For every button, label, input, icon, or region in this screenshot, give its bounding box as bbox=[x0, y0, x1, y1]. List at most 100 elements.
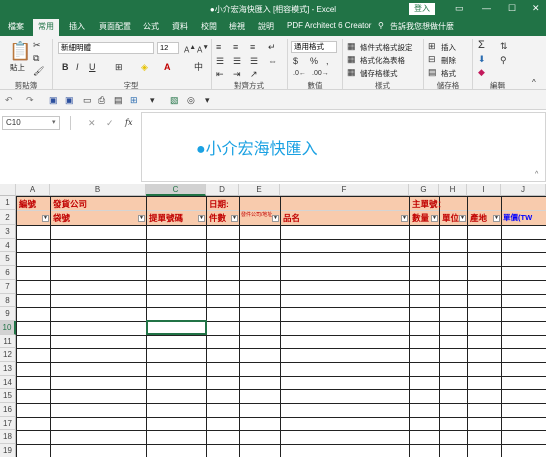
worksheet-grid[interactable]: A B C D E F G H I J 1 2 3 4 5 6 7 8 9 10 11 12 13 14 1… bbox=[0, 184, 546, 457]
insert-function-icon[interactable]: fx bbox=[125, 118, 132, 128]
filter-dropdown-icon[interactable]: ▼ bbox=[272, 215, 279, 222]
font-size-select[interactable]: 12 bbox=[157, 42, 179, 54]
autosum-icon[interactable]: Σ bbox=[478, 40, 485, 51]
cell-styles-icon[interactable]: ▦ bbox=[347, 67, 356, 77]
paste-label[interactable]: 貼上 bbox=[10, 62, 25, 73]
cell-c2[interactable]: 提單號碼 bbox=[149, 212, 183, 224]
tab-pdf-architect[interactable]: PDF Architect 6 Creator bbox=[287, 21, 371, 30]
shrink-font-icon[interactable]: A▼ bbox=[197, 43, 209, 56]
filter-dropdown-icon[interactable]: ▼ bbox=[138, 215, 145, 222]
cell-f2[interactable]: 品名 bbox=[283, 212, 300, 224]
filter-dropdown-icon[interactable]: ▼ bbox=[198, 215, 205, 222]
table-icon[interactable]: ⊞ bbox=[130, 95, 138, 105]
cell-a1[interactable]: 編號 bbox=[19, 198, 36, 210]
row-header-4[interactable]: 4 bbox=[0, 239, 16, 252]
cut-icon[interactable]: ✂ bbox=[33, 40, 41, 50]
column-header-i[interactable]: I bbox=[467, 184, 501, 196]
align-center-icon[interactable]: ☰ bbox=[233, 56, 241, 66]
merge-center-icon[interactable]: ⇔ bbox=[268, 56, 277, 66]
cancel-icon[interactable]: ✕ bbox=[88, 118, 96, 128]
undo-icon[interactable]: ↶ bbox=[5, 95, 13, 105]
row-header-5[interactable]: 5 bbox=[0, 252, 16, 266]
row-header-1[interactable]: 1 bbox=[0, 196, 16, 210]
picture-icon[interactable]: ▧ bbox=[170, 95, 179, 105]
format-cells-button[interactable]: 格式 bbox=[441, 68, 456, 79]
column-header-f[interactable]: F bbox=[280, 184, 409, 196]
currency-icon[interactable]: $ bbox=[293, 56, 298, 66]
underline-icon[interactable]: U bbox=[89, 62, 96, 72]
conditional-format-icon[interactable]: ▦ bbox=[347, 41, 356, 51]
number-format-select[interactable]: 通用格式 bbox=[291, 41, 337, 53]
decrease-indent-icon[interactable]: ⇤ bbox=[216, 69, 224, 79]
sort-filter-icon[interactable]: ⇅ bbox=[500, 41, 508, 51]
delete-cells-icon[interactable]: ⊟ bbox=[428, 54, 436, 64]
find-select-icon[interactable]: ⚲ bbox=[500, 55, 507, 65]
format-cells-icon[interactable]: ▤ bbox=[428, 67, 437, 77]
cell-d1[interactable]: 日期: bbox=[209, 198, 229, 210]
column-header-e[interactable]: E bbox=[239, 184, 280, 196]
bold-icon[interactable]: B bbox=[62, 62, 69, 72]
tab-view[interactable]: 檢視 bbox=[229, 21, 245, 32]
row-header-2[interactable]: 2 bbox=[0, 210, 16, 225]
save-icon[interactable]: ▣ bbox=[49, 95, 58, 105]
align-top-icon[interactable]: ≡ bbox=[216, 42, 221, 52]
clear-icon[interactable]: ◆ bbox=[478, 67, 485, 77]
cell-b1[interactable]: 發貨公司 bbox=[53, 198, 87, 210]
customize-qat-icon[interactable]: ▾ bbox=[205, 95, 210, 105]
cell-b2[interactable]: 袋號 bbox=[53, 212, 70, 224]
fill-color-icon[interactable]: ◈ bbox=[141, 62, 148, 72]
select-all-corner[interactable] bbox=[0, 184, 16, 196]
borders-icon[interactable]: ⊞ bbox=[115, 62, 123, 72]
delete-cells-button[interactable]: 刪除 bbox=[441, 55, 456, 66]
enter-icon[interactable]: ✓ bbox=[106, 118, 114, 128]
collapse-formula-bar-icon[interactable]: ^ bbox=[535, 170, 538, 180]
row-header-16[interactable]: 16 bbox=[0, 403, 16, 417]
tab-data[interactable]: 資料 bbox=[172, 21, 188, 32]
sign-in-button[interactable]: 登入 bbox=[409, 3, 435, 15]
maximize-icon[interactable]: ☐ bbox=[508, 3, 516, 14]
tab-home[interactable]: 常用 bbox=[33, 19, 59, 36]
cell-d2[interactable]: 件數 bbox=[209, 212, 226, 224]
row-header-7[interactable]: 7 bbox=[0, 280, 16, 294]
insert-cells-icon[interactable]: ⊞ bbox=[428, 41, 436, 51]
dropdown-icon[interactable]: ▾ bbox=[150, 95, 155, 105]
tab-help[interactable]: 說明 bbox=[258, 21, 274, 32]
row-header-17[interactable]: 17 bbox=[0, 417, 16, 430]
row-header-8[interactable]: 8 bbox=[0, 294, 16, 307]
row-header-19[interactable]: 19 bbox=[0, 444, 16, 457]
collapse-ribbon-icon[interactable]: ^ bbox=[532, 78, 536, 88]
tab-page-layout[interactable]: 頁面配置 bbox=[99, 21, 131, 32]
column-header-a[interactable]: A bbox=[16, 184, 50, 196]
row-header-9[interactable]: 9 bbox=[0, 307, 16, 321]
align-left-icon[interactable]: ☰ bbox=[216, 56, 224, 66]
align-bottom-icon[interactable]: ≡ bbox=[250, 42, 255, 52]
tab-review[interactable]: 校閱 bbox=[201, 21, 217, 32]
format-table-icon[interactable]: ▦ bbox=[347, 54, 356, 64]
column-header-g[interactable]: G bbox=[409, 184, 439, 196]
filter-dropdown-icon[interactable]: ▼ bbox=[42, 215, 49, 222]
align-middle-icon[interactable]: ≡ bbox=[233, 42, 238, 52]
percent-icon[interactable]: % bbox=[310, 56, 318, 66]
row-header-13[interactable]: 13 bbox=[0, 362, 16, 376]
camera-icon[interactable]: ◎ bbox=[187, 95, 195, 105]
format-table-button[interactable]: 格式化為表格 bbox=[360, 55, 405, 66]
row-header-10[interactable]: 10 bbox=[0, 321, 16, 335]
copy-icon[interactable]: ⧉ bbox=[33, 53, 39, 63]
column-header-h[interactable]: H bbox=[439, 184, 467, 196]
decrease-decimal-icon[interactable]: .00→ bbox=[312, 69, 329, 79]
redo-icon[interactable]: ↷ bbox=[26, 95, 34, 105]
filter-dropdown-icon[interactable]: ▼ bbox=[459, 215, 466, 222]
filter-dropdown-icon[interactable]: ▼ bbox=[231, 215, 238, 222]
cell-g2[interactable]: 數量 bbox=[412, 212, 429, 224]
cell-styles-button[interactable]: 儲存格樣式 bbox=[360, 68, 398, 79]
filter-dropdown-icon[interactable]: ▼ bbox=[401, 215, 408, 222]
cell-j2[interactable]: 單價(TW bbox=[503, 212, 546, 224]
row-header-18[interactable]: 18 bbox=[0, 430, 16, 444]
column-header-d[interactable]: D bbox=[206, 184, 239, 196]
comma-style-icon[interactable]: , bbox=[326, 56, 329, 66]
phonetic-icon[interactable]: 中 bbox=[194, 62, 203, 72]
print-icon[interactable]: ▤ bbox=[114, 95, 123, 105]
paste-icon[interactable]: 📋 bbox=[9, 42, 31, 60]
tab-file[interactable]: 檔案 bbox=[8, 21, 24, 32]
grow-font-icon[interactable]: A▲ bbox=[184, 43, 196, 56]
